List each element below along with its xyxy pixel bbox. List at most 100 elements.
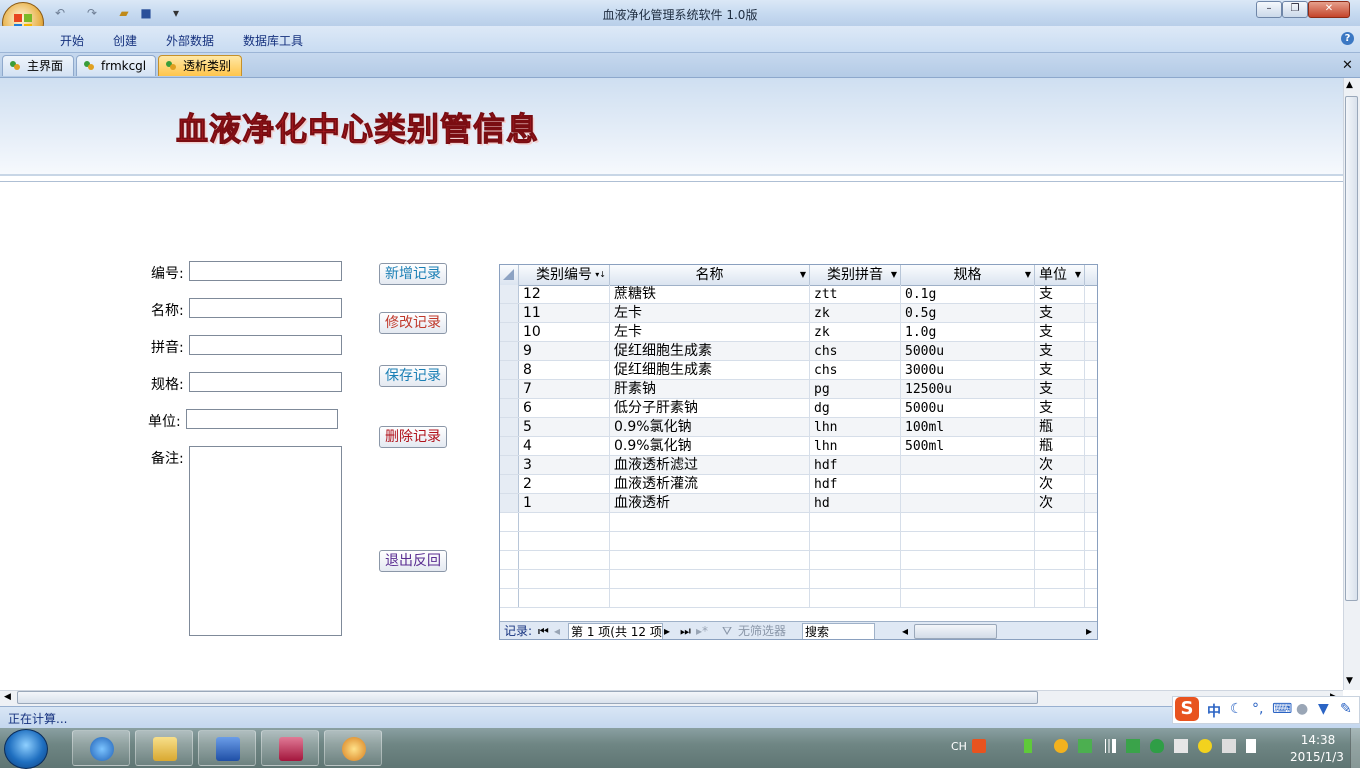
table-cell[interactable]: 5000u [901,342,1035,360]
table-cell[interactable]: hd [810,494,901,512]
table-row[interactable]: 9 促红细胞生成素 chs 5000u 支 [500,342,1097,361]
table-cell[interactable]: 500ml [901,437,1035,455]
table-row[interactable]: 4 0.9%氯化钠 lhn 500ml 瓶 [500,437,1097,456]
chevron-down-icon[interactable]: ▼ [800,265,806,285]
clock-date[interactable]: 2015/1/3 [1282,750,1352,764]
table-cell[interactable] [901,494,1035,512]
table-cell[interactable]: 100ml [901,418,1035,436]
sort-desc-icon[interactable]: ▾↓ [595,265,606,285]
row-selector[interactable] [500,380,519,398]
ime-user-icon[interactable]: ● [1296,701,1308,717]
prev-record-icon[interactable]: ◂ [554,623,560,639]
tab-dialysis-category[interactable]: 透析类别 [158,55,242,76]
row-selector[interactable] [500,475,519,493]
table-cell[interactable]: 次 [1035,456,1085,474]
record-position-field[interactable]: 第 1 项(共 12 项 [568,623,663,639]
menu-home[interactable]: 开始 [60,32,84,49]
ime-settings-icon[interactable]: ✎ [1340,701,1352,717]
ime-chinese-mode[interactable]: 中 [1207,701,1221,721]
table-cell[interactable] [901,456,1035,474]
table-row[interactable]: 10 左卡 zk 1.0g 支 [500,323,1097,342]
close-button[interactable]: ✕ [1308,1,1350,18]
chevron-down-icon[interactable]: ▼ [1025,265,1031,285]
horizontal-scroll-thumb[interactable] [17,691,1038,704]
show-desktop-button[interactable] [1350,728,1360,768]
table-cell[interactable] [901,475,1035,493]
no-filter-label[interactable]: 无筛选器 [738,623,786,639]
table-cell[interactable]: 5 [519,418,610,436]
app-tray-icon[interactable] [1078,739,1092,753]
table-cell[interactable]: 12500u [901,380,1035,398]
qq-icon[interactable] [1054,739,1068,753]
row-selector[interactable] [500,342,519,360]
table-cell[interactable]: 0.5g [901,304,1035,322]
table-row[interactable]: 12 蔗糖铁 ztt 0.1g 支 [500,285,1097,304]
table-cell[interactable]: zk [810,323,901,341]
modify-record-button[interactable]: 修改记录 [379,312,447,334]
chevron-down-icon[interactable]: ▼ [891,265,897,285]
table-cell[interactable]: ztt [810,285,901,303]
sogou-logo-icon[interactable]: S [1175,697,1199,721]
taskbar-access[interactable] [261,730,319,766]
table-cell[interactable]: chs [810,342,901,360]
grid-hscroll-thumb[interactable] [914,624,997,639]
start-button[interactable] [4,729,48,769]
table-cell[interactable]: 6 [519,399,610,417]
table-cell[interactable]: chs [810,361,901,379]
table-cell[interactable]: 支 [1035,304,1085,322]
table-cell[interactable]: 支 [1035,361,1085,379]
next-record-icon[interactable]: ▸ [664,623,670,639]
table-cell[interactable]: 0.9%氯化钠 [610,418,810,436]
taskbar-word[interactable] [198,730,256,766]
last-record-icon[interactable]: ⏭ [680,623,691,639]
menu-create[interactable]: 创建 [113,32,137,49]
table-cell[interactable]: hdf [810,475,901,493]
network-icon[interactable] [1102,739,1116,753]
menu-external-data[interactable]: 外部数据 [166,32,214,49]
row-selector[interactable] [500,418,519,436]
column-header-spec[interactable]: 规格 ▼ [901,265,1035,285]
qat-dropdown-icon[interactable]: ▾ [168,5,184,21]
table-cell[interactable]: 11 [519,304,610,322]
table-cell[interactable]: 支 [1035,285,1085,303]
tab-frmkcgl[interactable]: frmkcgl [76,55,156,76]
table-cell[interactable]: 4 [519,437,610,455]
row-selector[interactable] [500,323,519,341]
exit-button[interactable]: 退出反回 [379,550,447,572]
help-icon[interactable]: ? [1341,32,1354,45]
taskbar-ie[interactable] [72,730,130,766]
table-cell[interactable]: zk [810,304,901,322]
scroll-down-icon[interactable]: ▼ [1346,676,1353,686]
first-record-icon[interactable]: ⏮ [538,623,549,639]
device-icon[interactable] [1174,739,1188,753]
restore-button[interactable]: ❐ [1282,1,1308,18]
table-cell[interactable]: lhn [810,437,901,455]
column-header-name[interactable]: 名称 ▼ [610,265,810,285]
row-selector[interactable] [500,494,519,512]
table-row[interactable]: 6 低分子肝素钠 dg 5000u 支 [500,399,1097,418]
category-datasheet[interactable]: 类别编号 ▾↓ 名称 ▼ 类别拼音 ▼ 规格 ▼ 单位 ▼ 12 蔗糖铁 ztt 0.1g 支 11… [499,264,1098,640]
battery-icon[interactable] [1024,739,1032,753]
table-cell[interactable]: 1.0g [901,323,1035,341]
save-icon[interactable]: ■ [138,5,154,21]
table-cell[interactable]: dg [810,399,901,417]
clock-time[interactable]: 14:38 [1288,733,1348,747]
table-row[interactable]: 3 血液透析滤过 hdf 次 [500,456,1097,475]
row-selector[interactable] [500,304,519,322]
column-header-id[interactable]: 类别编号 ▾↓ [519,265,610,285]
table-cell[interactable]: 支 [1035,342,1085,360]
table-cell[interactable]: 9 [519,342,610,360]
shield-icon[interactable] [1150,739,1164,753]
table-cell[interactable]: 促红细胞生成素 [610,342,810,360]
table-cell[interactable]: 血液透析滤过 [610,456,810,474]
column-header-pinyin[interactable]: 类别拼音 ▼ [810,265,901,285]
vertical-scroll-thumb[interactable] [1345,96,1358,601]
table-row[interactable]: 11 左卡 zk 0.5g 支 [500,304,1097,323]
table-cell[interactable]: 次 [1035,494,1085,512]
column-header-unit[interactable]: 单位 ▼ [1035,265,1085,285]
table-cell[interactable]: 蔗糖铁 [610,285,810,303]
table-cell[interactable]: 8 [519,361,610,379]
table-cell[interactable]: pg [810,380,901,398]
scroll-up-icon[interactable]: ▲ [1346,80,1353,90]
table-cell[interactable]: 血液透析 [610,494,810,512]
